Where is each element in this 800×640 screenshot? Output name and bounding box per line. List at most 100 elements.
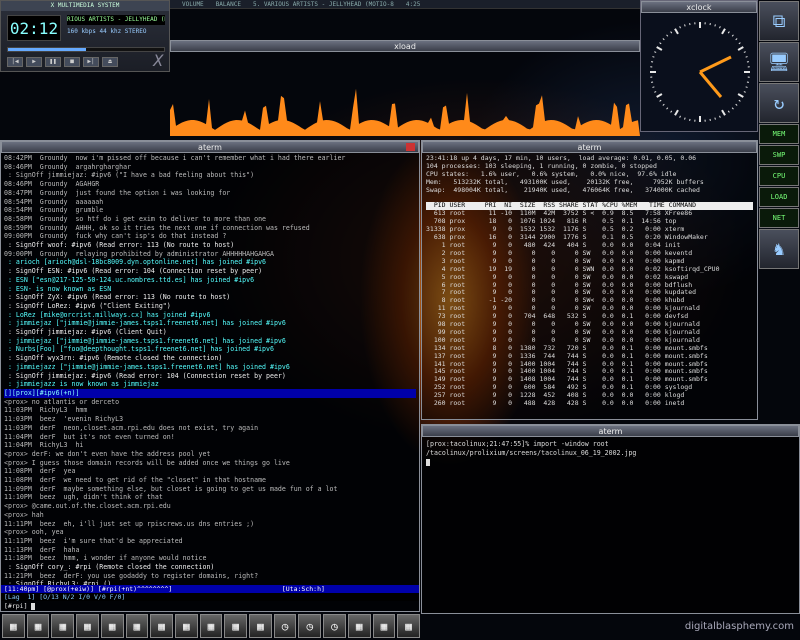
app-icon[interactable]: ▦ [100,614,124,638]
clock-tick [731,34,734,37]
clock-tick [738,42,741,45]
clock-tick [719,26,721,29]
topbar-item: 4:25 [405,1,421,8]
minute-hand [699,55,732,74]
dock-tile-8[interactable]: ♞ [759,229,799,269]
irc-line: : SignOff cory_: #rpi (Remote closed the… [4,563,215,572]
app-icon[interactable]: ▦ [372,614,396,638]
irc-title: aterm [198,143,222,152]
app-icon[interactable]: ▦ [76,614,99,638]
irc-line: 08:42PM Groundy now i'm pissed off becau… [4,154,346,162]
clock-tick [666,107,669,110]
irc-line: 11:03PM derF neon,closet.acm.rpi.edu doe… [4,423,259,432]
dock-tile-7[interactable]: NET [759,208,799,228]
irc-line: 08:47PM Groundy just found the option i … [4,188,231,197]
clock-tick [745,56,748,58]
irc-line: : ESN- is now known as ESN [4,284,112,293]
irc-line: 11:18PM beez hmm, i wonder if anyone wou… [4,554,207,563]
clock-tick [743,91,746,93]
irc-line: : jimmiejaz ["jimmie@jimmie-james.tsps1.… [4,319,286,328]
irc-line: <prox> @came.out.of.the.closet.acm.rpi.e… [4,502,171,511]
xload-titlebar[interactable]: xload [170,40,640,52]
irc-line: 08:54PM Groundy aaaaaah [4,197,104,206]
dock-tile-5[interactable]: CPU [759,166,799,186]
xmms-time-display: 02:12 [7,15,61,41]
irc-line: : ESN ["esn@217-125-50-124.uc.nombres.tt… [4,275,255,284]
dock-tile-4[interactable]: SWP [759,145,799,165]
irc-titlebar[interactable]: aterm [1,141,419,153]
clock-tick [738,99,741,102]
irc-status-text: [11:40pm] [@prox(+eiw)] [#rpi(+nt)^^^^^^… [4,585,325,593]
dock-tile-6[interactable]: LOAD [759,187,799,207]
app-icon[interactable]: ▦ [51,614,75,638]
xmms-control-button[interactable]: |◀ [7,57,23,67]
irc-scrollback: 08:42PM Groundy now i'm pissed off becau… [1,153,419,599]
xload-window: xload [170,40,640,136]
dock-tile-1[interactable]: 🖥 [759,42,799,82]
clock-tick [666,34,669,37]
clock-tick [662,103,665,106]
dock-tile-3[interactable]: MEM [759,124,799,144]
clock-app-icon[interactable]: ◷ [323,614,346,638]
irc-lag-bar: [Lag 1] [O/13 N/2 I/0 V/0 F/0] [1,593,419,601]
clock-tick [674,28,679,35]
app-icon[interactable]: ▦ [224,614,248,638]
xmms-title[interactable]: X MULTIMEDIA SYSTEM [1,1,169,11]
shell-output[interactable]: [prox:tacolinux;21:47:55]% import -windo… [422,437,799,470]
app-icon[interactable]: ▦ [125,614,149,638]
clock-tick [737,46,744,51]
clock-tick [662,38,665,41]
top-titlebar[interactable]: aterm [422,141,757,153]
clock-tick [652,56,655,58]
text-cursor [426,458,430,466]
app-icon[interactable]: ▦ [249,614,272,638]
irc-line: 11:08PM derF we need to get rid of the "… [4,476,267,485]
irc-status-bar: [11:40pm] [@prox(+eiw)] [#rpi(+nt)^^^^^^… [1,585,419,593]
irc-line: : jimmiejaz ["jimmie@jimmie-james.tsps1.… [4,336,286,345]
app-icon[interactable]: ▦ [397,614,420,638]
irc-line: 11:11PM beez eh, i'll just set up rpiscr… [4,519,255,528]
app-icon[interactable]: ▦ [26,614,50,638]
watermark: digitalblasphemy.com [684,621,794,632]
xmms-logo: X [153,51,163,70]
process-row: 260 root 9 0 488 428 428 S 0.0 0.0 0:00 … [426,399,685,408]
close-icon[interactable] [406,143,415,151]
xmms-control-button[interactable]: ▶ [26,57,42,67]
app-icon[interactable]: ▦ [150,614,173,638]
load-graph [170,88,640,136]
dock-tile-2[interactable]: ↻ [759,83,799,123]
xclock-title: xclock [686,3,712,12]
irc-input-line[interactable]: [#rpi] [1,601,419,611]
xmms-control-button[interactable]: ⏏ [102,57,118,67]
app-icon[interactable]: ▦ [347,614,371,638]
irc-line: [][prox][#ipv6(+n)] [4,388,416,398]
xmms-seek-bar[interactable] [7,47,165,52]
xmms-bitrate-info: 160 kbps 44 khz STEREO [67,28,147,35]
xmms-control-button[interactable]: ▶| [83,57,99,67]
xmms-control-button[interactable]: ❚❚ [45,57,61,67]
app-icon[interactable]: ▦ [174,614,198,638]
top-title: aterm [577,143,602,152]
shell-titlebar[interactable]: aterm [422,425,799,437]
load-area [170,88,640,136]
xclock-titlebar[interactable]: xclock [641,1,757,13]
irc-line: 08:46PM Groundy AGAHGR [4,180,100,189]
irc-line: : jimmiejazz is now known as jimmiejaz [4,380,159,389]
irc-line: : arioch [arioch@dsl-18bc8009.dyn.optonl… [4,258,267,267]
irc-line: <prox> derF: we don't even have the addr… [4,449,211,458]
clock-tick [656,46,663,51]
app-icon[interactable]: ▦ [2,614,25,638]
irc-terminal-window: aterm 08:42PM Groundy now i'm pissed off… [0,140,420,612]
irc-line: 08:54PM Groundy grumble [4,206,104,215]
clock-app-icon[interactable]: ◷ [273,614,297,638]
xmms-control-button[interactable]: ■ [64,57,80,67]
xclock-window: xclock [640,0,758,132]
dock-tile-0[interactable]: ⧉ [759,1,799,41]
irc-line: <prox> no atlantis or derceto [4,397,120,406]
clock-tick [679,26,681,29]
app-icon[interactable]: ▦ [199,614,223,638]
clock-app-icon[interactable]: ◷ [298,614,322,638]
irc-line: <prox> ooh, yea [4,528,64,537]
irc-line: : SignOff woof: #ipv6 (Read error: 113 (… [4,241,235,250]
irc-line: 11:08PM derF yea [4,467,76,476]
